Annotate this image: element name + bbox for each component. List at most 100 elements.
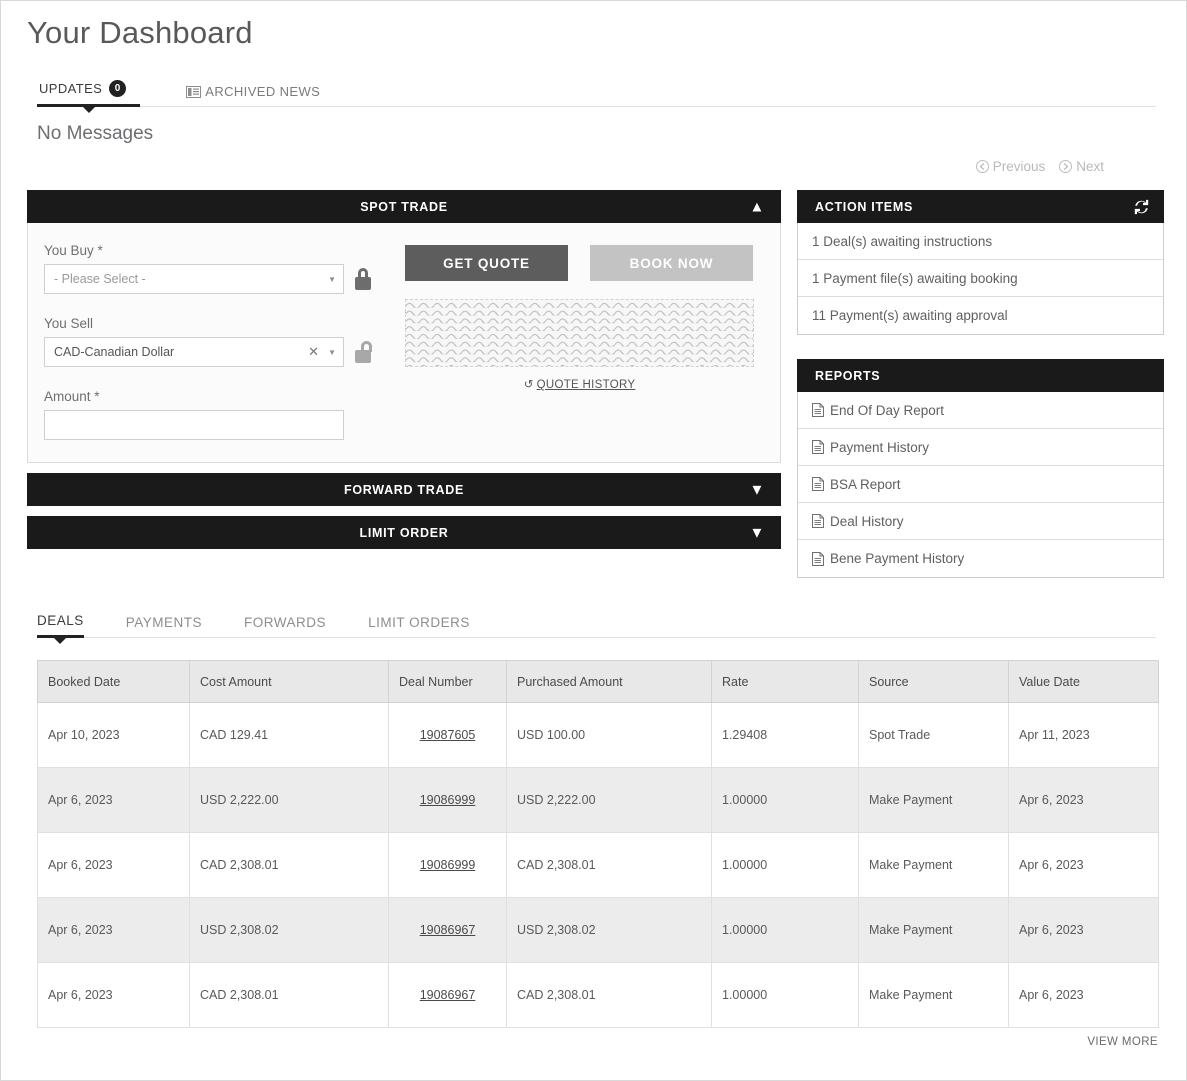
deals-section: DEALS PAYMENTS FORWARDS LIMIT ORDERS Boo… (1, 578, 1186, 1048)
cell-deal-number: 19086967 (388, 897, 507, 963)
previous-label: Previous (992, 159, 1046, 174)
tab-deals[interactable]: DEALS (37, 613, 84, 638)
get-quote-button[interactable]: GET QUOTE (405, 245, 568, 281)
tab-archived-news[interactable]: ARCHIVED NEWS (184, 84, 340, 106)
clear-icon[interactable]: ✕ (308, 344, 319, 360)
document-icon (812, 477, 824, 491)
next-label: Next (1076, 159, 1104, 174)
reports-list: End Of Day Report Payment History BSA Re… (797, 392, 1164, 578)
quote-history-label: QUOTE HISTORY (536, 379, 636, 391)
column-header-deal-number[interactable]: Deal Number (388, 660, 507, 703)
action-item[interactable]: 1 Payment file(s) awaiting booking (798, 260, 1163, 297)
report-item-bsa-report[interactable]: BSA Report (798, 466, 1163, 503)
you-buy-row: - Please Select - ▼ (44, 264, 389, 294)
forward-trade-panel: FORWARD TRADE ▼ (27, 473, 781, 506)
cell-rate: 1.00000 (711, 832, 859, 898)
limit-order-header[interactable]: LIMIT ORDER ▼ (27, 516, 781, 549)
cell-purchased-amount: USD 100.00 (506, 702, 712, 768)
you-buy-placeholder: - Please Select - (54, 272, 146, 286)
quote-buttons: GET QUOTE BOOK NOW (405, 245, 762, 281)
report-item-bene-payment-history[interactable]: Bene Payment History (798, 540, 1163, 577)
report-item-label: BSA Report (830, 476, 901, 492)
cell-source: Make Payment (858, 897, 1009, 963)
chevron-up-icon[interactable]: ▲ (749, 198, 765, 215)
cell-value-date: Apr 6, 2023 (1008, 832, 1159, 898)
cell-booked-date: Apr 10, 2023 (37, 702, 190, 768)
table-row: Apr 6, 2023 USD 2,308.02 19086967 USD 2,… (37, 897, 1159, 963)
deal-number-link[interactable]: 19086967 (420, 988, 476, 1002)
forward-trade-title: FORWARD TRADE (344, 482, 464, 497)
tab-limit-orders[interactable]: LIMIT ORDERS (368, 615, 470, 637)
cell-booked-date: Apr 6, 2023 (37, 767, 190, 833)
quote-history-link[interactable]: ↺ QUOTE HISTORY (405, 377, 754, 391)
spot-trade-header[interactable]: SPOT TRADE ▲ (27, 190, 781, 223)
cell-purchased-amount: CAD 2,308.01 (506, 832, 712, 898)
next-button[interactable]: Next (1059, 159, 1104, 174)
action-item[interactable]: 1 Deal(s) awaiting instructions (798, 223, 1163, 260)
cell-value-date: Apr 6, 2023 (1008, 767, 1159, 833)
tab-payments[interactable]: PAYMENTS (126, 615, 202, 637)
cell-purchased-amount: CAD 2,308.01 (506, 962, 712, 1028)
deal-number-link[interactable]: 19086999 (420, 793, 476, 807)
chevron-down-icon[interactable]: ▼ (749, 481, 765, 498)
spot-trade-form: You Buy * - Please Select - ▼ You Sell C… (44, 243, 389, 440)
cell-cost-amount: CAD 2,308.01 (189, 832, 389, 898)
action-item-label: 11 Payment(s) awaiting approval (812, 308, 1008, 323)
forward-trade-header[interactable]: FORWARD TRADE ▼ (27, 473, 781, 506)
rotate-left-icon: ↺ (523, 379, 534, 391)
column-header-value-date[interactable]: Value Date (1008, 660, 1159, 703)
book-now-button: BOOK NOW (590, 245, 753, 281)
report-item-end-of-day[interactable]: End Of Day Report (798, 392, 1163, 429)
previous-button[interactable]: Previous (975, 159, 1046, 174)
column-header-source[interactable]: Source (858, 660, 1009, 703)
chevron-down-icon[interactable]: ▼ (328, 348, 336, 357)
action-items-title: ACTION ITEMS (815, 199, 913, 214)
column-header-booked-date[interactable]: Booked Date (37, 660, 190, 703)
limit-order-title: LIMIT ORDER (359, 525, 449, 540)
table-row: Apr 10, 2023 CAD 129.41 19087605 USD 100… (37, 702, 1159, 768)
you-sell-select[interactable]: CAD-Canadian Dollar ✕ ▼ (44, 337, 344, 367)
arrow-circle-right-icon (1059, 160, 1073, 173)
no-messages-text: No Messages (37, 123, 154, 144)
reports-title: REPORTS (815, 368, 881, 383)
arrow-circle-left-icon (975, 160, 989, 173)
deal-number-link[interactable]: 19087605 (420, 728, 476, 742)
table-row: Apr 6, 2023 CAD 2,308.01 19086967 CAD 2,… (37, 962, 1159, 1028)
refresh-icon[interactable] (1132, 197, 1151, 216)
action-item-label: 1 Deal(s) awaiting instructions (812, 233, 993, 249)
report-item-label: Payment History (830, 439, 930, 455)
column-header-purchased-amount[interactable]: Purchased Amount (506, 660, 712, 703)
amount-input[interactable] (44, 410, 344, 440)
amount-label: Amount * (44, 389, 100, 404)
report-item-deal-history[interactable]: Deal History (798, 503, 1163, 540)
report-item-payment-history[interactable]: Payment History (798, 429, 1163, 466)
page-title: Your Dashboard (27, 15, 253, 50)
report-item-label: End Of Day Report (830, 402, 945, 418)
deal-number-link[interactable]: 19086967 (420, 923, 476, 937)
lock-closed-icon[interactable] (354, 268, 372, 290)
column-header-rate[interactable]: Rate (711, 660, 859, 703)
dashboard-columns: SPOT TRADE ▲ You Buy * - Please Select -… (1, 174, 1186, 578)
tab-forwards[interactable]: FORWARDS (244, 615, 326, 637)
cell-deal-number: 19086999 (388, 767, 507, 833)
you-sell-value: CAD-Canadian Dollar (54, 345, 175, 359)
chevron-down-icon[interactable]: ▼ (749, 524, 765, 541)
action-item-label: 1 Payment file(s) awaiting booking (812, 270, 1018, 286)
limit-order-panel: LIMIT ORDER ▼ (27, 516, 781, 549)
deal-number-link[interactable]: 19086999 (420, 858, 476, 872)
column-header-cost-amount[interactable]: Cost Amount (189, 660, 389, 703)
cell-value-date: Apr 6, 2023 (1008, 962, 1159, 1028)
action-item[interactable]: 11 Payment(s) awaiting approval (798, 297, 1163, 334)
cell-rate: 1.00000 (711, 767, 859, 833)
chevron-down-icon[interactable]: ▼ (328, 275, 336, 284)
cell-rate: 1.29408 (711, 702, 859, 768)
cell-deal-number: 19086999 (388, 832, 507, 898)
cell-value-date: Apr 11, 2023 (1008, 702, 1159, 768)
lock-open-icon[interactable] (354, 341, 372, 363)
cell-booked-date: Apr 6, 2023 (37, 962, 190, 1028)
quote-placeholder (405, 299, 754, 367)
view-more-link[interactable]: VIEW MORE (37, 1028, 1158, 1048)
cell-source: Make Payment (858, 962, 1009, 1028)
you-buy-select[interactable]: - Please Select - ▼ (44, 264, 344, 294)
tab-updates[interactable]: UPDATES 0 (37, 80, 141, 107)
